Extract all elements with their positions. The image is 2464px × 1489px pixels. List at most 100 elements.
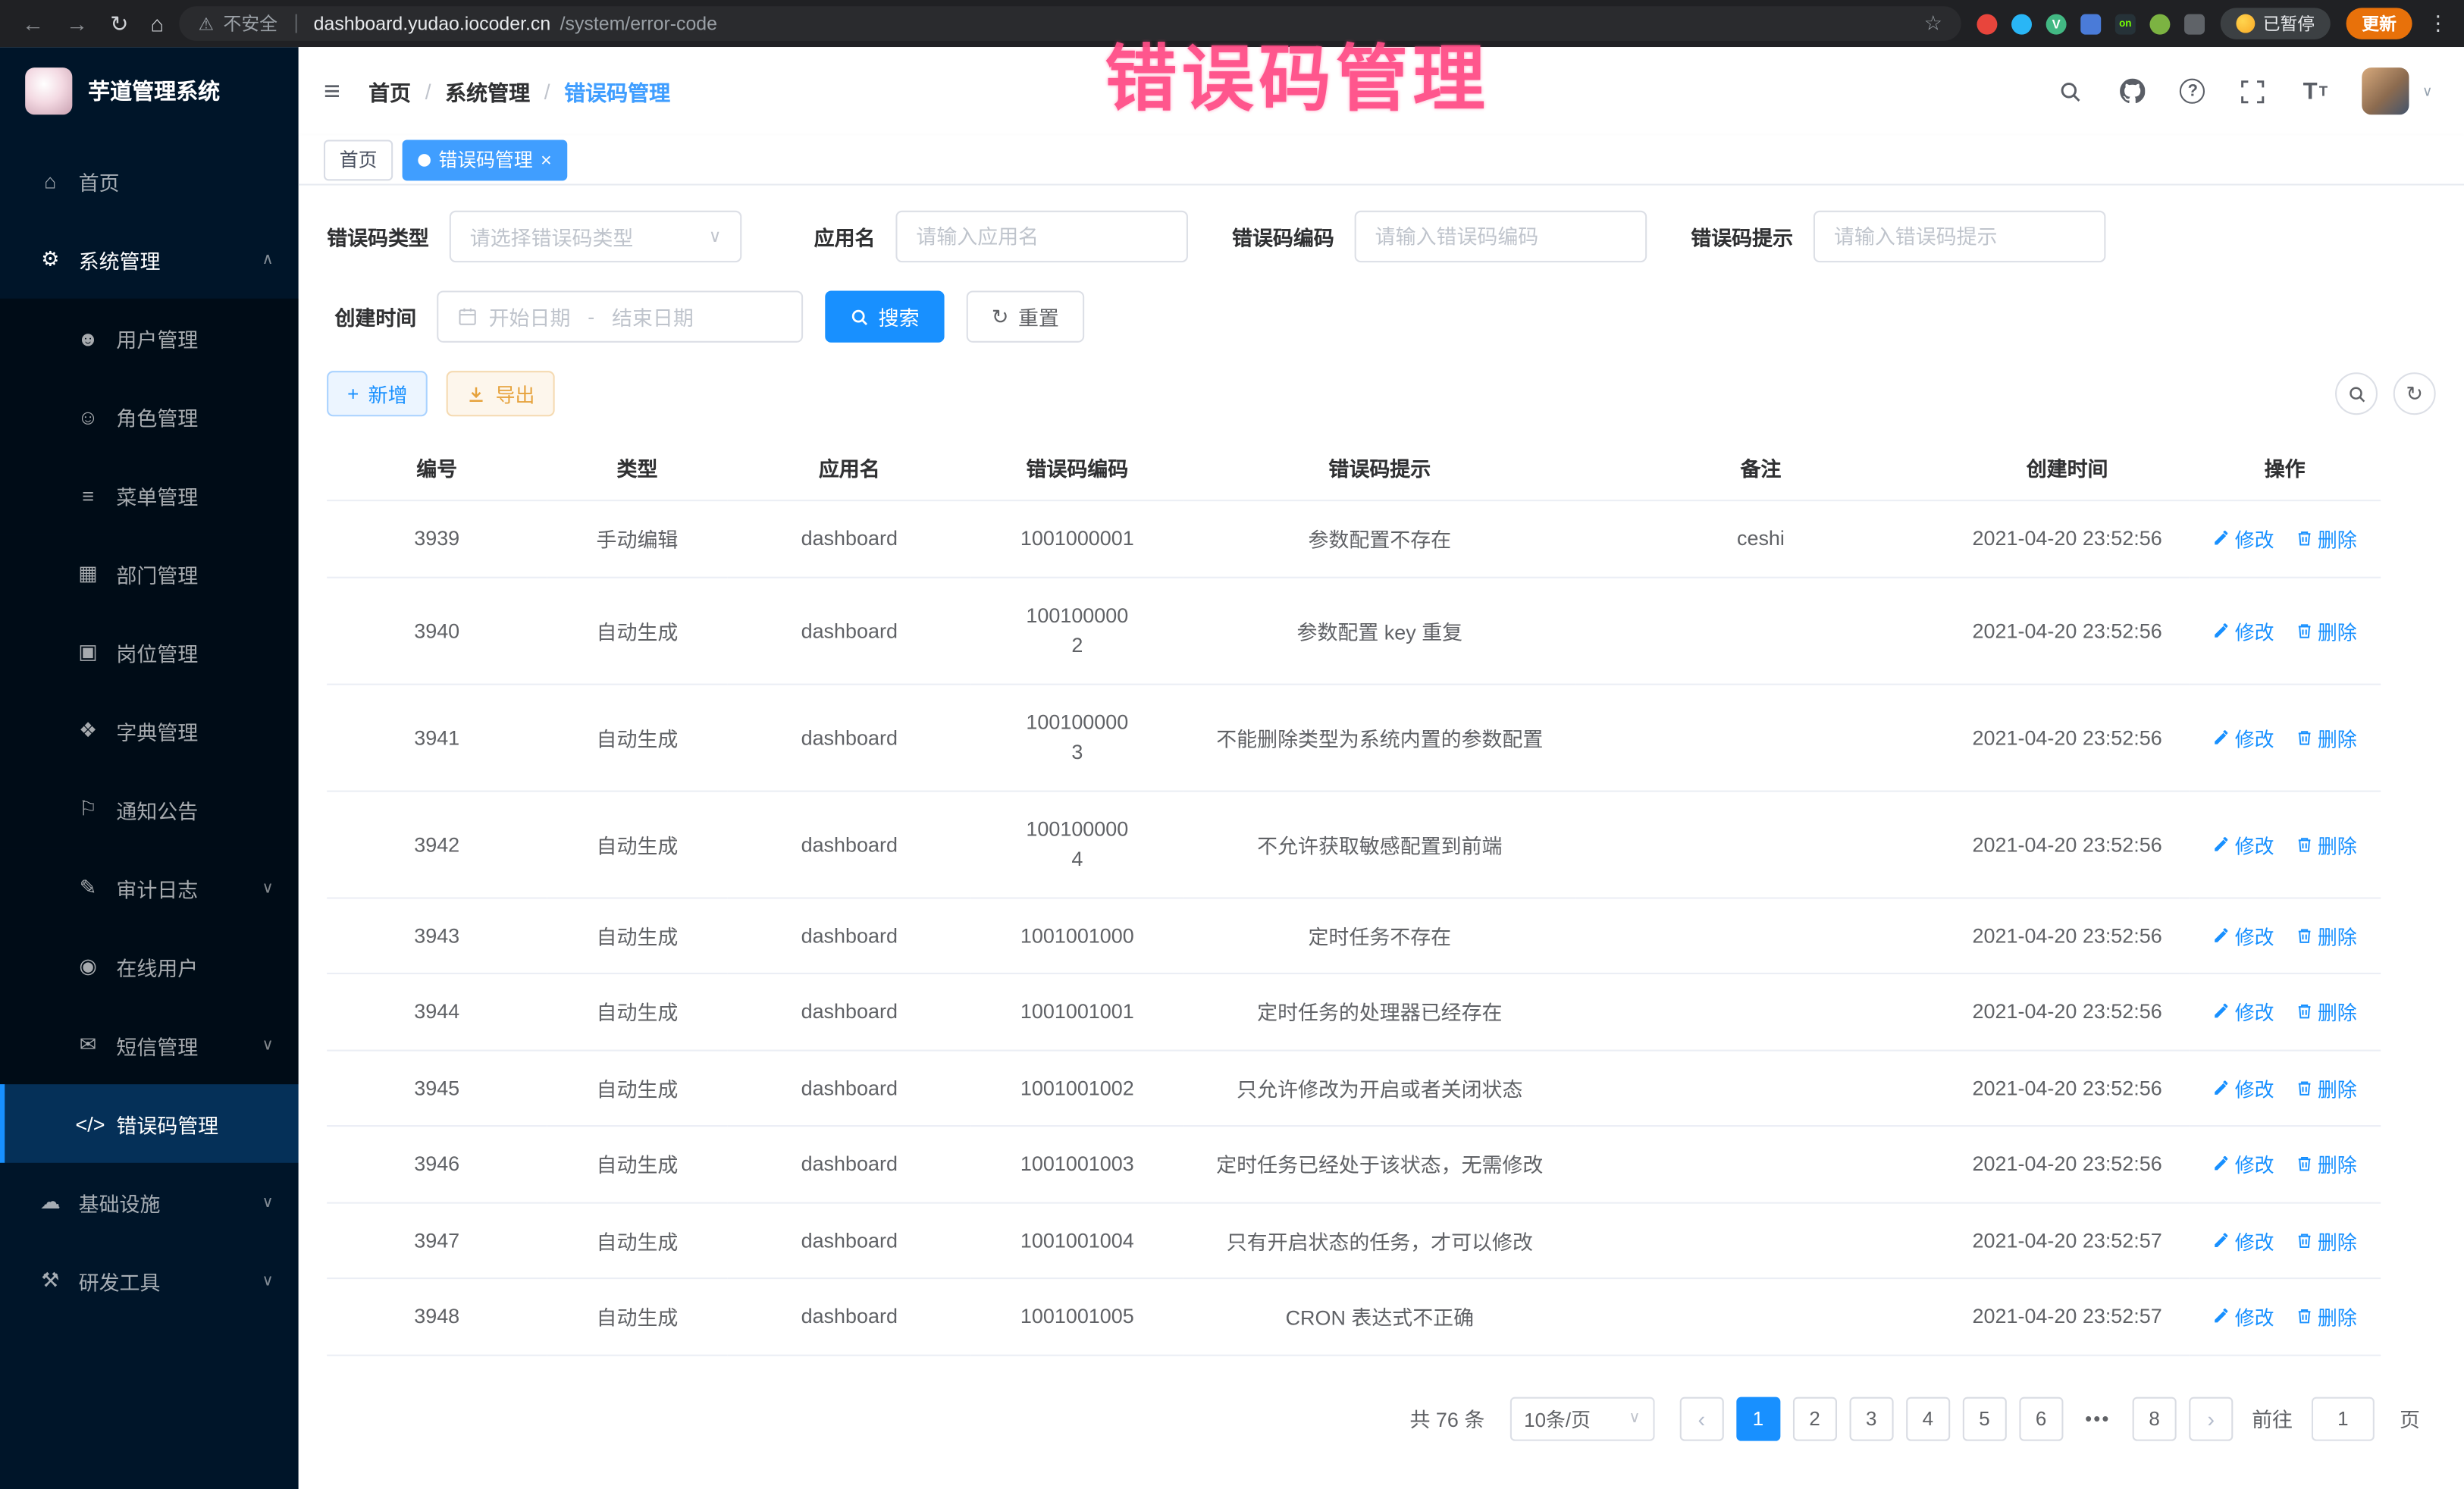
page-number-button[interactable]: 5 xyxy=(1962,1397,2006,1440)
back-icon[interactable]: ← xyxy=(22,10,44,36)
edit-button[interactable]: 修改 xyxy=(2213,1302,2274,1331)
sidebar-item-sms[interactable]: ✉ 短信管理 ∨ xyxy=(0,1006,299,1085)
delete-button[interactable]: 删除 xyxy=(2296,920,2357,950)
extension-icon[interactable]: on xyxy=(2115,14,2136,34)
page-number-button[interactable]: 8 xyxy=(2133,1397,2177,1440)
end-date-placeholder: 结束日期 xyxy=(612,302,694,331)
app-name-input[interactable] xyxy=(895,211,1188,262)
sidebar-item-error-codes[interactable]: </> 错误码管理 xyxy=(0,1084,299,1163)
breadcrumb-item[interactable]: 系统管理 xyxy=(445,75,530,106)
delete-button[interactable]: 删除 xyxy=(2296,1225,2357,1255)
tab[interactable]: 首页 × xyxy=(324,139,393,180)
date-range-picker[interactable]: 开始日期 - 结束日期 xyxy=(437,290,803,342)
extension-icon[interactable] xyxy=(2080,14,2101,34)
font-size-icon[interactable]: TT xyxy=(2299,75,2331,106)
refresh-button[interactable]: ↻ xyxy=(2393,372,2436,415)
page-number-button[interactable]: ••• xyxy=(2076,1397,2120,1440)
edit-button[interactable]: 修改 xyxy=(2213,524,2274,553)
cell-message: 参数配置 key 重复 xyxy=(1183,577,1576,684)
tab-dot-icon xyxy=(418,153,431,166)
edit-button[interactable]: 修改 xyxy=(2213,1225,2274,1255)
table-row: 3948 自动生成 dashboard 1001001005 CRON 表达式不… xyxy=(327,1278,2381,1355)
delete-button[interactable]: 删除 xyxy=(2296,1149,2357,1179)
edit-button[interactable]: 修改 xyxy=(2213,920,2274,950)
sidebar-item-notices[interactable]: ⚐ 通知公告 xyxy=(0,770,299,849)
next-page-button[interactable]: › xyxy=(2189,1397,2233,1440)
prev-page-button[interactable]: ‹ xyxy=(1679,1397,1723,1440)
page-number-button[interactable]: 1 xyxy=(1736,1397,1780,1440)
extensions-puzzle-icon[interactable] xyxy=(2184,14,2205,34)
reset-button[interactable]: ↻ 重置 xyxy=(967,290,1084,342)
cell-type: 自动生成 xyxy=(547,1278,727,1355)
edit-button[interactable]: 修改 xyxy=(2213,1073,2274,1102)
edit-button[interactable]: 修改 xyxy=(2213,722,2274,751)
cell-message: 只允许修改为开启或者关闭状态 xyxy=(1183,1050,1576,1127)
collapse-sidebar-icon[interactable]: ≡ xyxy=(324,74,340,108)
extension-icon[interactable] xyxy=(1977,14,1997,34)
sidebar-item-audit-logs[interactable]: ✎ 审计日志 ∨ xyxy=(0,848,299,927)
delete-button[interactable]: 删除 xyxy=(2296,722,2357,751)
tab-close-icon[interactable]: × xyxy=(541,150,552,169)
page-number-button[interactable]: 2 xyxy=(1793,1397,1837,1440)
page-number-button[interactable]: 3 xyxy=(1849,1397,1893,1440)
cell-type: 自动生成 xyxy=(547,1126,727,1202)
help-icon[interactable]: ? xyxy=(2180,79,2205,104)
edit-button[interactable]: 修改 xyxy=(2213,615,2274,644)
goto-page-input[interactable] xyxy=(2312,1397,2375,1440)
delete-button[interactable]: 删除 xyxy=(2296,615,2357,644)
user-avatar[interactable] xyxy=(2362,67,2409,114)
delete-button[interactable]: 删除 xyxy=(2296,829,2357,858)
browser-update-button[interactable]: 更新 xyxy=(2346,8,2412,39)
app-logo[interactable]: 芋道管理系统 xyxy=(0,47,299,135)
sidebar-item-posts[interactable]: ▣ 岗位管理 xyxy=(0,613,299,691)
forward-icon[interactable]: → xyxy=(66,10,88,36)
sidebar-item-dev-tools[interactable]: ⚒ 研发工具 ∨ xyxy=(0,1241,299,1320)
delete-button[interactable]: 删除 xyxy=(2296,997,2357,1027)
browser-menu-icon[interactable]: ⋮ xyxy=(2428,11,2448,36)
sidebar-item-users[interactable]: ☻ 用户管理 xyxy=(0,299,299,378)
github-icon[interactable] xyxy=(2118,75,2149,106)
edit-button[interactable]: 修改 xyxy=(2213,1149,2274,1179)
bookmark-star-icon[interactable]: ☆ xyxy=(1924,11,1942,36)
page-number-button[interactable]: 6 xyxy=(2019,1397,2063,1440)
profile-paused-badge[interactable]: 已暂停 xyxy=(2221,8,2331,39)
sidebar-item-online-users[interactable]: ◉ 在线用户 xyxy=(0,927,299,1006)
menu-item-label: 首页 xyxy=(79,166,258,196)
sidebar-item-roles[interactable]: ☺ 角色管理 xyxy=(0,377,299,456)
toggle-search-button[interactable] xyxy=(2335,372,2378,415)
error-message-input[interactable] xyxy=(1814,211,2106,262)
page-size-select[interactable]: 10条/页 ∨ xyxy=(1510,1397,1655,1440)
cell-type: 自动生成 xyxy=(547,1050,727,1127)
browser-home-icon[interactable]: ⌂ xyxy=(150,10,164,36)
add-button[interactable]: + 新增 xyxy=(327,371,428,416)
table-row: 3947 自动生成 dashboard 1001001004 只有开启状态的任务… xyxy=(327,1202,2381,1279)
column-header: 编号 xyxy=(327,435,547,500)
search-button[interactable]: 搜索 xyxy=(825,290,945,342)
edit-button[interactable]: 修改 xyxy=(2213,997,2274,1027)
fullscreen-icon[interactable] xyxy=(2237,75,2268,106)
tab[interactable]: 错误码管理 × xyxy=(403,139,568,180)
delete-button[interactable]: 删除 xyxy=(2296,1073,2357,1102)
search-icon[interactable] xyxy=(2055,75,2086,106)
extension-icon[interactable] xyxy=(2149,14,2170,34)
vue-devtools-icon[interactable]: V xyxy=(2046,14,2067,34)
delete-button[interactable]: 删除 xyxy=(2296,524,2357,553)
avatar-caret-icon[interactable]: ∨ xyxy=(2422,83,2433,100)
edit-button[interactable]: 修改 xyxy=(2213,829,2274,858)
export-button[interactable]: 导出 xyxy=(447,371,555,416)
breadcrumb-item[interactable]: 错误码管理 xyxy=(564,75,670,106)
sidebar-item-menus[interactable]: ≡ 菜单管理 xyxy=(0,456,299,534)
sidebar-item-departments[interactable]: ▦ 部门管理 xyxy=(0,534,299,613)
error-code-input[interactable] xyxy=(1355,211,1647,262)
breadcrumb-item[interactable]: 首页 xyxy=(368,75,411,106)
sidebar-item-home[interactable]: ⌂ 首页 xyxy=(0,142,299,221)
reload-icon[interactable]: ↻ xyxy=(110,10,128,36)
delete-button[interactable]: 删除 xyxy=(2296,1302,2357,1331)
address-bar[interactable]: ⚠ 不安全 dashboard.yudao.iocoder.cn/system/… xyxy=(180,6,1961,41)
sidebar-item-dictionaries[interactable]: ❖ 字典管理 xyxy=(0,691,299,770)
extension-icon[interactable] xyxy=(2011,14,2032,34)
sidebar-item-infrastructure[interactable]: ☁ 基础设施 ∨ xyxy=(0,1163,299,1242)
page-number-button[interactable]: 4 xyxy=(1906,1397,1950,1440)
sidebar-item-system[interactable]: ⚙ 系统管理 ∧ xyxy=(0,220,299,299)
error-type-select[interactable]: 请选择错误码类型 ∨ xyxy=(450,211,742,262)
